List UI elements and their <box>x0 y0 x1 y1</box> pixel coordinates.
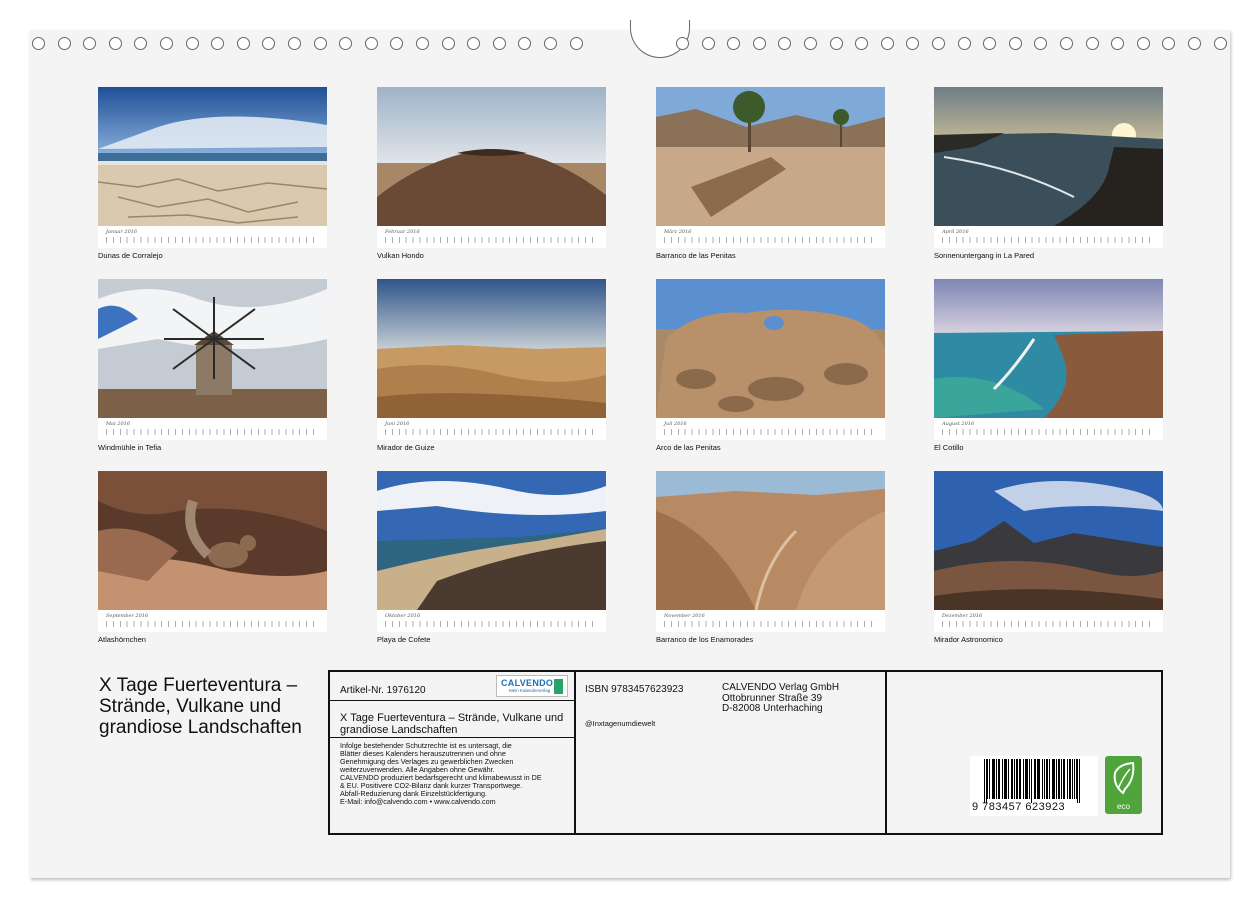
photo-caption: Arco de las Penitas <box>656 443 721 452</box>
photo-atlashoernchen <box>98 471 327 610</box>
calendar-day-strip: Juli 2016 <box>656 418 885 440</box>
binding-ring-icon <box>676 37 689 50</box>
binding-ring-icon <box>1034 37 1048 50</box>
binding-ring-icon <box>1188 37 1201 50</box>
calendar-day-strip: Mai 2016 <box>98 418 327 440</box>
binding-ring-icon <box>701 37 715 50</box>
binding-ring-icon <box>364 37 378 50</box>
legal-line: E-Mail: info@calvendo.com • www.calvendo… <box>340 797 496 806</box>
photo-mirador-astronomico <box>934 471 1163 610</box>
author-handle: @Inxtagenumdiewelt <box>585 719 656 728</box>
photo-caption: Mirador Astronomico <box>934 635 1003 644</box>
binding-ring-icon <box>211 37 225 50</box>
binding-ring-icon <box>983 37 997 50</box>
product-info-box: Artikel-Nr. 1976120 CALVENDO Mein Kalend… <box>328 670 1163 835</box>
logo-flag-icon <box>554 679 563 694</box>
binding-ring-icon <box>313 37 327 50</box>
article-number: Artikel-Nr. 1976120 <box>340 685 426 696</box>
binding-ring-icon <box>932 37 945 50</box>
barcode: 9 783457 623923 <box>970 756 1098 816</box>
binding-ring-icon <box>32 37 45 50</box>
calendar-day-strip: Januar 2016 <box>98 226 327 248</box>
binding-ring-icon <box>1136 37 1150 50</box>
binding-ring-icon <box>185 37 199 50</box>
binding-ring-icon <box>492 37 506 50</box>
calendar-day-strip: Juni 2016 <box>377 418 606 440</box>
calvendo-logo: CALVENDO Mein Kalenderverlag <box>496 675 568 697</box>
photo-dunas-de-corralejo <box>98 87 327 226</box>
isbn: ISBN 9783457623923 <box>585 684 684 695</box>
binding-ring-icon <box>880 37 894 50</box>
binding-ring-icon <box>83 37 97 50</box>
binding-ring-icon <box>752 37 766 50</box>
binding-ring-icon <box>339 37 353 50</box>
leaf-icon <box>1113 761 1135 795</box>
binding-ring-icon <box>855 37 869 50</box>
photo-caption: Dunas de Corralejo <box>98 251 163 260</box>
binding-ring-icon <box>957 37 971 50</box>
photo-arco-de-las-penitas <box>656 279 885 418</box>
photo-el-cotillo <box>934 279 1163 418</box>
barcode-icon <box>984 759 1080 803</box>
photo-caption: El Cotillo <box>934 443 964 452</box>
photo-barranco-de-las-penitas <box>656 87 885 226</box>
calendar-day-strip: März 2016 <box>656 226 885 248</box>
binding-ring-icon <box>778 37 792 50</box>
binding-ring-icon <box>829 37 843 50</box>
binding-ring-icon <box>390 37 404 50</box>
calendar-day-strip: September 2016 <box>98 610 327 632</box>
calendar-day-strip: Februar 2016 <box>377 226 606 248</box>
photo-caption: Sonnenuntergang in La Pared <box>934 251 1035 260</box>
publisher-address: CALVENDO Verlag GmbH Ottobrunner Straße 3… <box>722 682 840 715</box>
photo-mirador-de-guize <box>377 279 606 418</box>
calendar-day-strip: Dezember 2016 <box>934 610 1163 632</box>
binding-ring-icon <box>262 37 276 50</box>
binding-ring-icon <box>1111 37 1125 50</box>
eco-badge: eco <box>1105 756 1142 814</box>
photo-caption: Vulkan Hondo <box>377 251 424 260</box>
binding-ring-icon <box>416 37 429 50</box>
photo-caption: Windmühle in Tefia <box>98 443 162 452</box>
photo-vulkan-hondo <box>377 87 606 226</box>
binding-ring-icon <box>1085 37 1099 50</box>
binding-ring-icon <box>1213 37 1227 50</box>
binding-ring-icon <box>1008 37 1022 50</box>
binding-ring-icon <box>57 37 71 50</box>
binding-ring-icon <box>1060 37 1073 50</box>
photo-caption: Atlashörnchen <box>98 635 146 644</box>
product-subtitle: X Tage Fuerteventura – Strände, Vulkane … <box>340 712 564 736</box>
photo-caption: Playa de Cofete <box>377 635 431 644</box>
calendar-day-strip: Oktober 2016 <box>377 610 606 632</box>
binding-ring-icon <box>544 37 557 50</box>
legal-text: Infolge bestehender Schutzrechte ist es … <box>340 742 572 806</box>
calendar-day-strip: August 2016 <box>934 418 1163 440</box>
binding-ring-icon <box>804 37 817 50</box>
binding-ring-icon <box>1162 37 1176 50</box>
binding-ring-icon <box>569 37 583 50</box>
calendar-title: X Tage Fuerteventura – Strände, Vulkane … <box>99 675 302 738</box>
binding-ring-icon <box>906 37 920 50</box>
binding-ring-icon <box>467 37 481 50</box>
calendar-day-strip: April 2016 <box>934 226 1163 248</box>
binding-ring-icon <box>236 37 250 50</box>
photo-sonnenuntergang-la-pared <box>934 87 1163 226</box>
photo-caption: Mirador de Guize <box>377 443 435 452</box>
publisher-line: D-82008 Unterhaching <box>722 703 823 714</box>
binding-ring-icon <box>108 37 122 50</box>
binding-ring-icon <box>134 37 148 50</box>
photo-caption: Barranco de las Penitas <box>656 251 736 260</box>
photo-caption: Barranco de los Enamorades <box>656 635 754 644</box>
binding-ring-icon <box>288 37 301 50</box>
photo-playa-de-cofete <box>377 471 606 610</box>
photo-windmuehle-tefia <box>98 279 327 418</box>
spiral-binding <box>30 20 1230 58</box>
photo-barranco-de-los-enamorades <box>656 471 885 610</box>
calendar-day-strip: November 2016 <box>656 610 885 632</box>
binding-ring-icon <box>518 37 532 50</box>
publisher-line: CALVENDO Verlag GmbH <box>722 682 840 693</box>
binding-ring-icon <box>160 37 173 50</box>
binding-ring-icon <box>441 37 455 50</box>
binding-ring-icon <box>727 37 741 50</box>
